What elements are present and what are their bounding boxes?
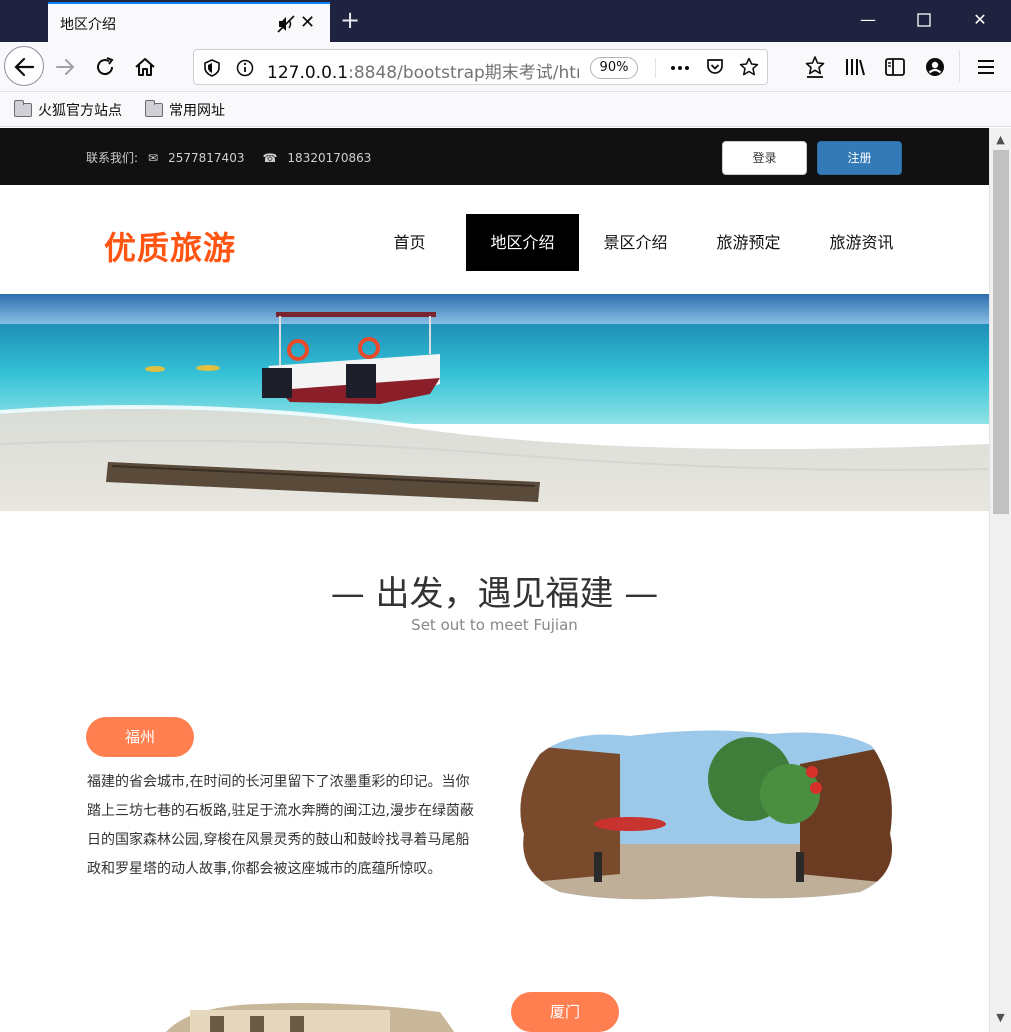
fuzhou-street-photo <box>520 730 893 900</box>
browser-tab[interactable]: 地区介绍 ✕ <box>48 2 330 42</box>
browser-titlebar: 地区介绍 ✕ + — ✕ <box>0 0 1011 42</box>
account-icon[interactable] <box>923 55 947 79</box>
nav-travel-booking[interactable]: 旅游预定 <box>692 214 805 271</box>
section-title: — 出发，遇见福建 — <box>330 574 659 614</box>
url-text[interactable]: 127.0.0.1:8848/bootstrap期末考试/htm <box>267 58 579 83</box>
new-tab-icon[interactable]: + <box>340 6 360 34</box>
site-logo[interactable]: 优质旅游 <box>104 223 236 269</box>
browser-navbar: 127.0.0.1:8848/bootstrap期末考试/htm 90% <box>0 42 1011 92</box>
bookmark-label: 火狐官方站点 <box>38 103 122 119</box>
library-icon[interactable] <box>843 55 867 79</box>
bookmark-label: 常用网址 <box>169 103 225 119</box>
beach-banner-image <box>0 294 989 511</box>
bookmark-common-urls[interactable]: 常用网址 <box>145 100 225 120</box>
sidebar-icon[interactable] <box>883 55 907 79</box>
contact-label: 联系我们: <box>86 151 139 165</box>
minimize-icon[interactable]: — <box>856 8 880 32</box>
xiamen-photo <box>166 1003 455 1032</box>
register-button[interactable]: 注册 <box>817 141 902 175</box>
tab-close-icon[interactable]: ✕ <box>300 13 315 33</box>
scroll-up-icon[interactable]: ▲ <box>990 130 1011 150</box>
back-button[interactable] <box>4 46 44 86</box>
back-arrow-icon <box>14 57 35 77</box>
region-tag-xiamen[interactable]: 厦门 <box>511 992 619 1032</box>
top-contact-bar: 联系我们: ✉ 2577817403 ☎ 18320170863 登录 注册 <box>0 128 989 185</box>
nav-scenic-intro[interactable]: 景区介绍 <box>579 214 692 271</box>
toolbar-separator <box>959 50 960 82</box>
pocket-icon[interactable] <box>705 57 725 77</box>
contact-info: 联系我们: ✉ 2577817403 ☎ 18320170863 <box>86 149 381 166</box>
bookmark-firefox-sites[interactable]: 火狐官方站点 <box>14 100 122 120</box>
login-button[interactable]: 登录 <box>722 141 807 175</box>
nav-home[interactable]: 首页 <box>353 214 466 271</box>
scroll-thumb[interactable] <box>993 150 1009 514</box>
home-icon[interactable] <box>133 55 157 79</box>
section-subtitle: Set out to meet Fujian <box>411 616 578 634</box>
url-separator <box>655 58 656 78</box>
folder-icon <box>14 100 32 117</box>
menu-icon[interactable] <box>974 55 998 79</box>
bookmark-star-icon[interactable] <box>739 57 759 77</box>
folder-icon <box>145 100 163 117</box>
shield-icon[interactable] <box>203 59 221 77</box>
tab-title: 地区介绍 <box>60 17 116 33</box>
zoom-level-button[interactable]: 90% <box>590 57 638 79</box>
forward-icon[interactable] <box>53 55 77 79</box>
contact-phone: 18320170863 <box>287 150 372 165</box>
url-bar[interactable]: 127.0.0.1:8848/bootstrap期末考试/htm 90% <box>193 49 768 85</box>
scroll-down-icon[interactable]: ▼ <box>990 1008 1011 1028</box>
nav-region-intro[interactable]: 地区介绍 <box>466 214 579 271</box>
bookmarks-star-list-icon[interactable] <box>803 55 827 79</box>
contact-email: 2577817403 <box>168 150 245 165</box>
site-header: 优质旅游 首页 地区介绍 景区介绍 旅游预定 旅游资讯 <box>0 185 989 294</box>
envelope-icon: ✉ <box>148 150 159 165</box>
more-actions-icon[interactable] <box>669 58 691 78</box>
region-description-fuzhou: 福建的省会城市,在时间的长河里留下了浓墨重彩的印记。当你踏上三坊七巷的石板路,驻… <box>87 774 474 877</box>
tab-mute-icon[interactable] <box>276 14 296 34</box>
url-host: 127.0.0.1 <box>267 63 349 83</box>
page-viewport: 联系我们: ✉ 2577817403 ☎ 18320170863 登录 注册 优… <box>0 128 989 1032</box>
reload-icon[interactable] <box>93 55 117 79</box>
info-icon[interactable] <box>236 59 254 77</box>
bookmarks-toolbar: 火狐官方站点 常用网址 <box>0 92 1011 127</box>
phone-icon: ☎ <box>262 150 278 165</box>
maximize-icon[interactable] <box>912 8 936 32</box>
page-scrollbar[interactable]: ▲ ▼ <box>989 128 1011 1032</box>
nav-travel-news[interactable]: 旅游资讯 <box>805 214 918 271</box>
url-path: :8848/bootstrap期末考试/htm <box>348 63 579 83</box>
region-tag-fuzhou[interactable]: 福州 <box>86 717 194 757</box>
close-window-icon[interactable]: ✕ <box>968 8 992 32</box>
